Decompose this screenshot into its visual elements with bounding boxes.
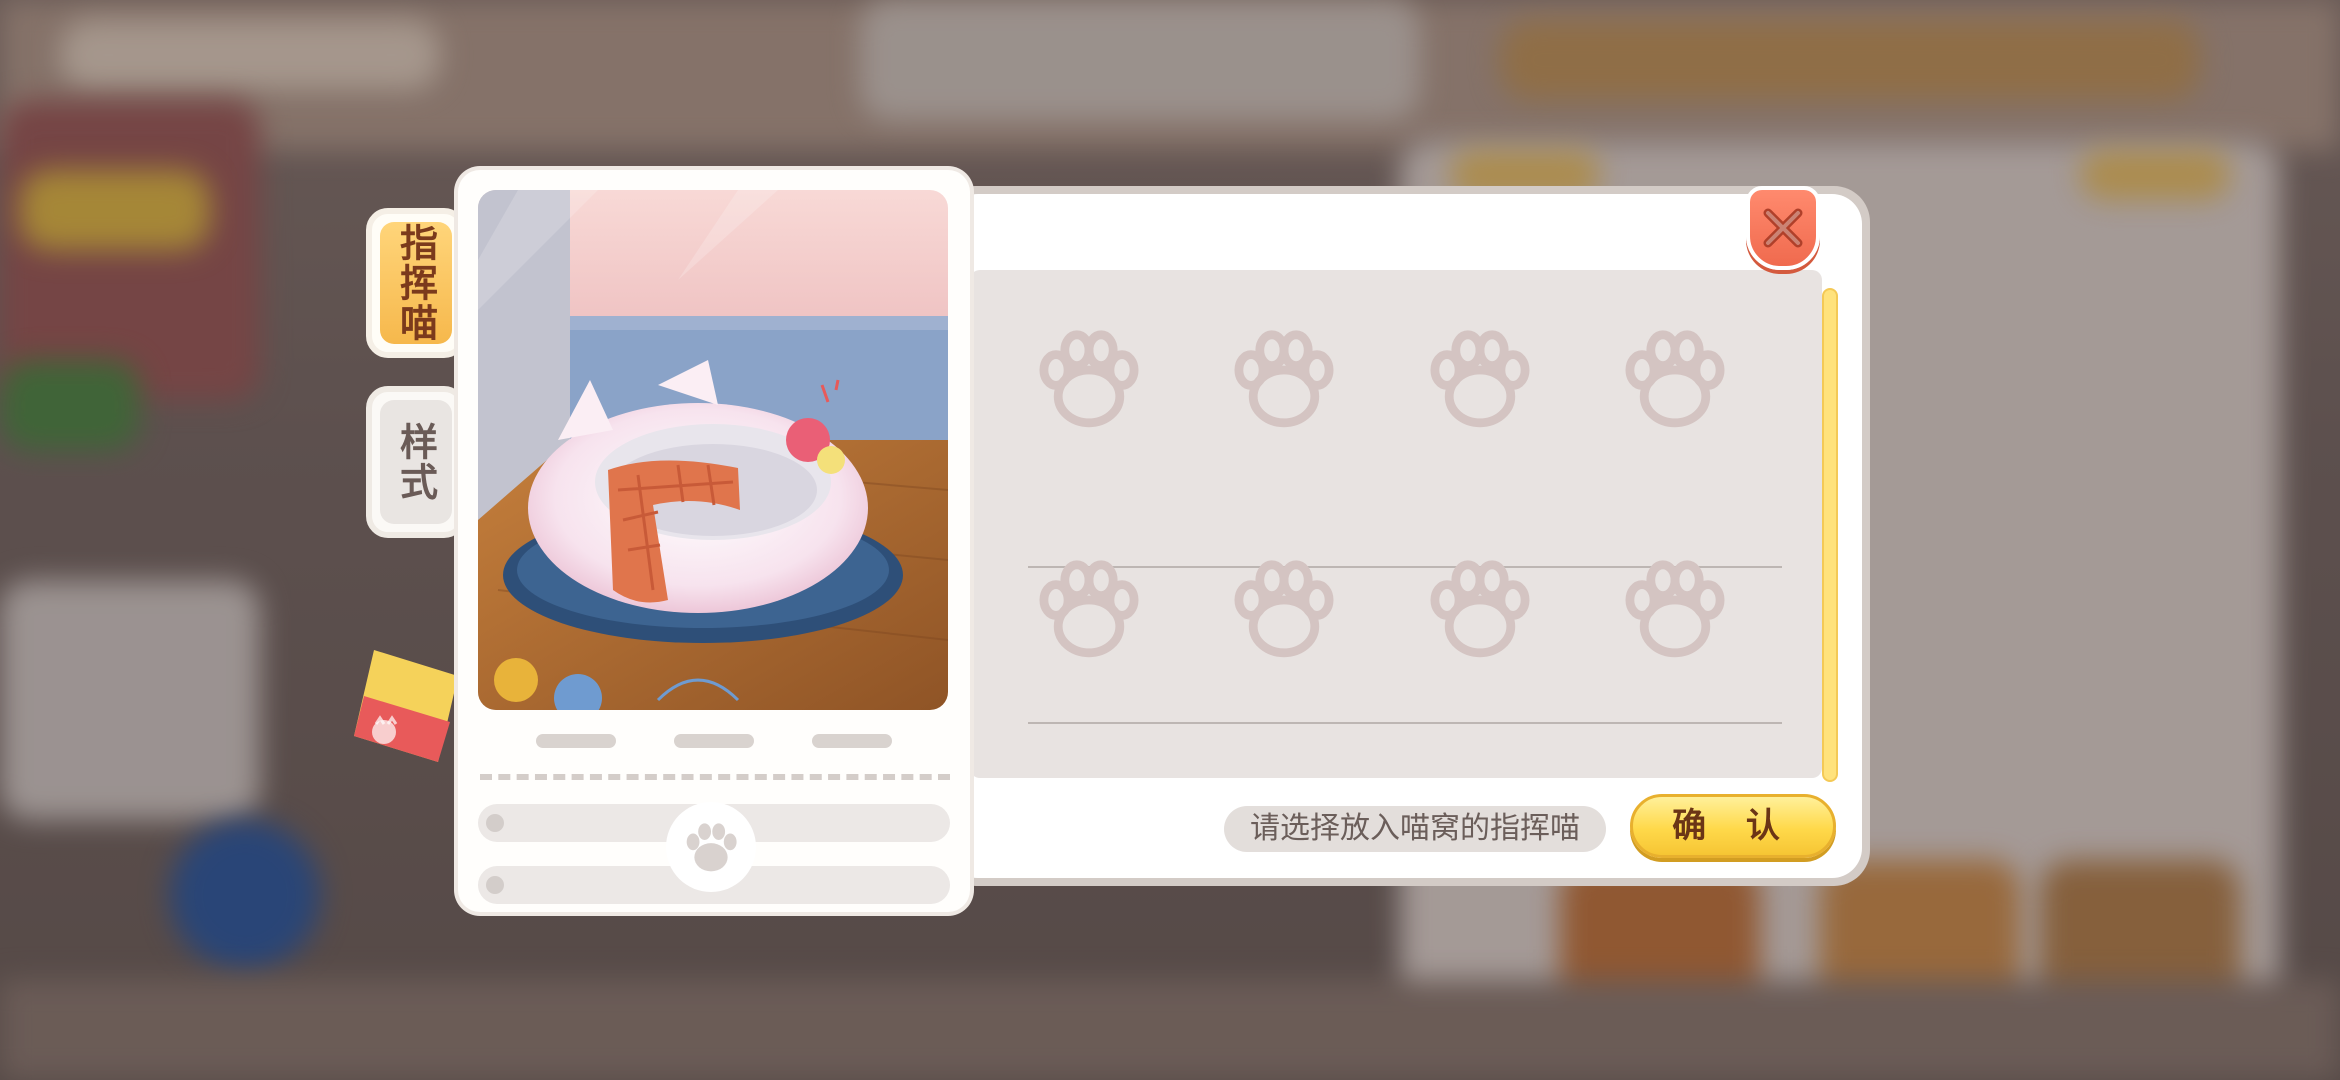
paw-icon — [1039, 560, 1139, 658]
cat-slot[interactable] — [1229, 556, 1339, 666]
close-icon — [1763, 208, 1803, 248]
tab-style[interactable]: 样式 — [366, 386, 466, 538]
tab-commander-cat[interactable]: 指挥喵 — [366, 208, 466, 358]
cat-bed-card — [458, 170, 970, 912]
divider — [480, 774, 950, 780]
cat-bed-preview-image — [478, 190, 948, 710]
cat-slot[interactable] — [1620, 326, 1730, 436]
paw-icon — [1430, 560, 1530, 658]
cat-slot[interactable] — [1229, 326, 1339, 436]
cat-slot[interactable] — [1620, 556, 1730, 666]
cat-slot[interactable] — [1425, 326, 1535, 436]
close-button[interactable] — [1746, 186, 1820, 270]
tab-commander-cat-label: 指挥喵 — [393, 223, 439, 343]
row-divider — [1028, 722, 1782, 724]
paw-icon — [1039, 330, 1139, 428]
cat-slot[interactable] — [1034, 326, 1144, 436]
cat-slot-grid — [970, 270, 1822, 778]
cat-slot[interactable] — [1425, 556, 1535, 666]
paw-icon — [1234, 560, 1334, 658]
paw-icon — [1234, 330, 1334, 428]
page-dot[interactable] — [812, 734, 892, 748]
confirm-button[interactable]: 确 认 — [1630, 794, 1836, 858]
page-dot[interactable] — [674, 734, 754, 748]
paw-icon — [1430, 330, 1530, 428]
page-dot[interactable] — [536, 734, 616, 748]
cat-slot[interactable] — [1034, 556, 1144, 666]
paw-icon — [686, 823, 737, 872]
tab-style-label: 样式 — [393, 422, 439, 502]
paw-badge — [666, 802, 756, 892]
selection-panel: 请选择放入喵窝的指挥喵 确 认 — [940, 186, 1870, 886]
scrollbar[interactable] — [1822, 288, 1838, 782]
paw-icon — [1625, 560, 1725, 658]
cat-sticker-icon — [354, 650, 458, 762]
paw-icon — [1625, 330, 1725, 428]
select-hint: 请选择放入喵窝的指挥喵 — [1224, 806, 1606, 852]
